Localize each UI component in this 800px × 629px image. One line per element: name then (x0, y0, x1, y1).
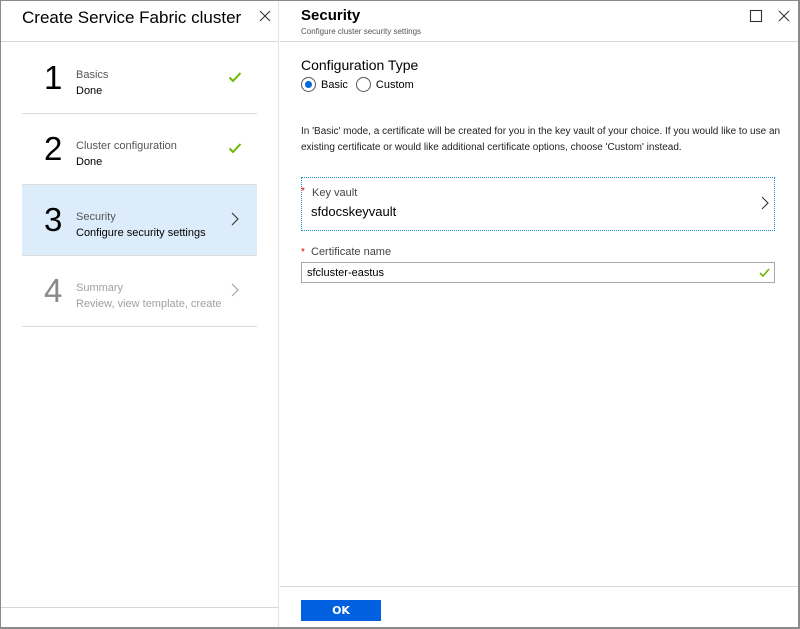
ok-button[interactable]: OK (301, 600, 381, 621)
step-status-text: Done (76, 156, 103, 168)
step-number: 4 (44, 272, 63, 309)
key-vault-selector[interactable]: * Key vault sfdocskeyvault (301, 177, 775, 231)
step-status-text: Review, view template, create (76, 298, 222, 310)
blade-title: Create Service Fabric cluster (22, 8, 242, 27)
certificate-name-field[interactable] (301, 262, 775, 283)
chevron-right-icon (228, 212, 242, 226)
blade-header: Security Configure cluster security sett… (280, 1, 798, 42)
security-blade: Security Configure cluster security sett… (280, 1, 798, 627)
step-status-text: Configure security settings (76, 227, 206, 239)
step-basics[interactable]: 1 Basics Done (22, 43, 257, 114)
certificate-name-input[interactable] (302, 263, 742, 283)
chevron-right-icon (760, 195, 770, 211)
step-title: Security (76, 211, 116, 223)
close-icon[interactable] (257, 8, 273, 24)
blade-header: Create Service Fabric cluster (1, 1, 279, 42)
maximize-icon[interactable] (748, 8, 764, 24)
step-summary[interactable]: 4 Summary Review, view template, create (22, 256, 257, 327)
certificate-name-label: Certificate name (311, 246, 392, 258)
configuration-type-label: Configuration Type (301, 57, 419, 73)
create-cluster-blade: Create Service Fabric cluster 1 Basics D… (1, 1, 279, 627)
step-cluster-configuration[interactable]: 2 Cluster configuration Done (22, 114, 257, 185)
step-security[interactable]: 3 Security Configure security settings (22, 185, 257, 256)
step-number: 2 (44, 130, 63, 167)
wizard-steps: 1 Basics Done 2 Cluster configuration Do… (22, 43, 257, 327)
close-icon[interactable] (776, 8, 792, 24)
step-number: 1 (44, 59, 63, 96)
footer-divider (280, 586, 798, 587)
step-title: Cluster configuration (76, 140, 177, 152)
radio-label: Custom (375, 78, 414, 91)
step-title: Summary (76, 282, 124, 294)
blade-subtitle: Configure cluster security settings (301, 27, 422, 36)
required-marker: * (301, 247, 305, 258)
blade-title: Security (301, 7, 361, 24)
configuration-type-radio-group: Basic Custom (301, 77, 422, 92)
info-text: In 'Basic' mode, a certificate will be c… (301, 126, 781, 153)
checkmark-icon (228, 70, 242, 84)
step-title: Basics (76, 69, 109, 81)
checkmark-icon (228, 141, 242, 155)
footer-divider (1, 607, 279, 608)
step-number: 3 (44, 201, 63, 238)
chevron-right-icon (228, 283, 242, 297)
key-vault-label: Key vault (312, 187, 358, 199)
radio-basic[interactable]: Basic (301, 77, 348, 92)
key-vault-value: sfdocskeyvault (311, 204, 397, 219)
radio-custom[interactable]: Custom (355, 77, 414, 92)
radio-label: Basic (321, 78, 348, 91)
radio-button-checked[interactable] (301, 77, 316, 92)
required-marker: * (301, 186, 305, 197)
radio-button[interactable] (355, 77, 371, 92)
checkmark-icon (759, 267, 770, 278)
step-status-text: Done (76, 85, 103, 97)
